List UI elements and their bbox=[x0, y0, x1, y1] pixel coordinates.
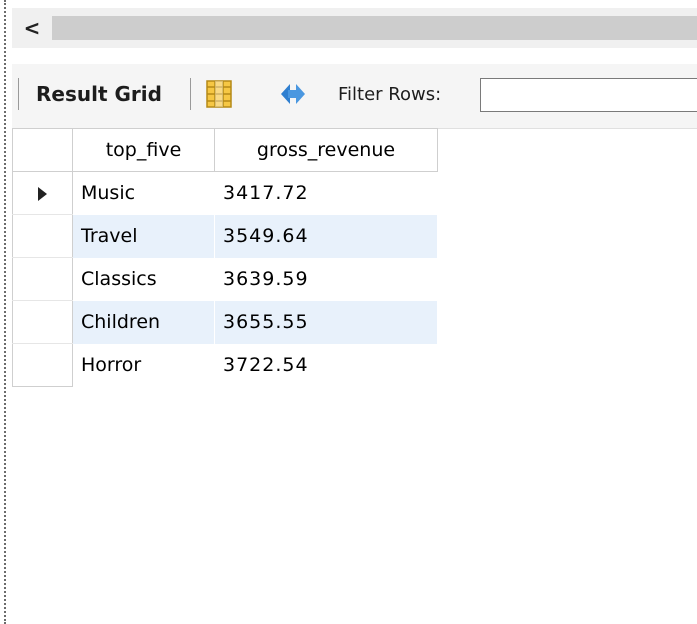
cell-gross-revenue[interactable]: 3417.72 bbox=[214, 171, 438, 215]
cell-gross-revenue[interactable]: 3639.59 bbox=[214, 257, 438, 301]
grid-layout-icon[interactable] bbox=[206, 80, 232, 108]
table-row[interactable]: Travel 3549.64 bbox=[12, 214, 438, 258]
result-grid: top_five gross_revenue Music 3417.72 Tra… bbox=[12, 128, 438, 387]
cell-top-five[interactable]: Horror bbox=[72, 343, 215, 387]
column-header-gross-revenue[interactable]: gross_revenue bbox=[214, 128, 438, 172]
row-header[interactable] bbox=[12, 300, 73, 344]
cell-top-five[interactable]: Travel bbox=[72, 214, 215, 258]
filter-rows-label: Filter Rows: bbox=[338, 84, 442, 105]
result-panel: < Result Grid Filter Rows: top_five gros… bbox=[0, 0, 697, 624]
cell-gross-revenue[interactable]: 3549.64 bbox=[214, 214, 438, 258]
filter-rows-input[interactable] bbox=[480, 78, 697, 112]
current-row-pointer-icon bbox=[38, 186, 47, 201]
table-row[interactable]: Horror 3722.54 bbox=[12, 343, 438, 387]
row-header[interactable] bbox=[12, 214, 73, 258]
horizontal-scrollbar[interactable]: < bbox=[12, 8, 697, 48]
chevron-left-icon: < bbox=[23, 16, 41, 40]
row-header[interactable] bbox=[12, 343, 73, 387]
table-row[interactable]: Children 3655.55 bbox=[12, 300, 438, 344]
cell-gross-revenue[interactable]: 3722.54 bbox=[214, 343, 438, 387]
table-row[interactable]: Classics 3639.59 bbox=[12, 257, 438, 301]
scrollbar-thumb[interactable] bbox=[52, 16, 697, 40]
cell-top-five[interactable]: Classics bbox=[72, 257, 215, 301]
cell-gross-revenue[interactable]: 3655.55 bbox=[214, 300, 438, 344]
result-grid-tab[interactable]: Result Grid bbox=[36, 82, 162, 106]
row-header[interactable] bbox=[12, 257, 73, 301]
refresh-icon[interactable] bbox=[276, 80, 310, 108]
panel-border bbox=[4, 0, 7, 624]
grid-corner-cell[interactable] bbox=[12, 128, 73, 172]
table-row[interactable]: Music 3417.72 bbox=[12, 171, 438, 215]
scroll-left-button[interactable]: < bbox=[12, 8, 52, 48]
cell-top-five[interactable]: Music bbox=[72, 171, 215, 215]
cell-top-five[interactable]: Children bbox=[72, 300, 215, 344]
grid-header-row: top_five gross_revenue bbox=[12, 128, 438, 172]
column-header-top-five[interactable]: top_five bbox=[72, 128, 215, 172]
row-header[interactable] bbox=[12, 171, 73, 215]
result-toolbar: Result Grid Filter Rows: bbox=[12, 64, 697, 129]
toolbar-separator bbox=[190, 78, 191, 110]
toolbar-separator bbox=[18, 78, 19, 110]
